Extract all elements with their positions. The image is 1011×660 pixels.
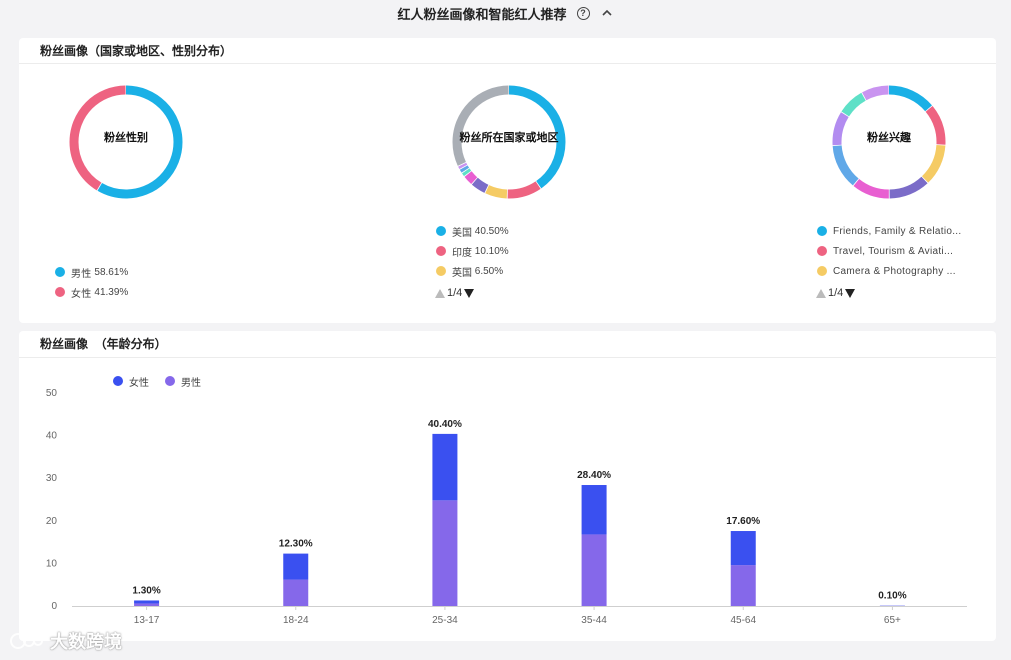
bar-total-label: 0.10% (878, 591, 906, 602)
x-tick-label: 45-64 (730, 615, 756, 626)
legend-value: 10.10% (474, 245, 509, 257)
interest-pager: 1/4 (816, 287, 856, 299)
pager-text: 1/4 (828, 287, 844, 299)
bar-female[interactable] (581, 485, 607, 535)
legend-dot (436, 246, 446, 256)
watermark-logo-icon (10, 633, 43, 649)
card-title: 粉丝画像（国家或地区、性别分布） (40, 44, 233, 58)
legend-label: 英国 (452, 267, 472, 279)
legend-item-country[interactable]: 美国 40.50% (436, 221, 509, 241)
divider (19, 63, 996, 64)
bar-male[interactable] (730, 565, 756, 606)
bar-total-label: 40.40% (428, 419, 462, 430)
x-tick-label: 35-44 (581, 615, 607, 626)
age-bar-chart: 0 10 20 30 40 50 1.30% 13-17 12.30% 18-24 40.40% 25… (46, 388, 967, 626)
pager-text: 1/4 (447, 287, 463, 299)
y-tick-label: 30 (46, 473, 58, 484)
bar-female[interactable] (432, 433, 458, 501)
country-donut-label: 粉丝所在国家或地区 (459, 132, 559, 144)
help-icon[interactable]: ? (576, 6, 590, 20)
audience-age-card: 粉丝画像 （年龄分布） 女性 男性 0 10 20 30 40 50 1.30% 13-17 1… (19, 331, 996, 641)
page-down-icon[interactable] (464, 288, 475, 298)
section-title: 红人粉丝画像和智能红人推荐 (397, 6, 567, 22)
legend-dot (55, 287, 65, 297)
bar-total-label: 17.60% (726, 516, 760, 527)
gender-legend: 男性 58.61% 女性 41.39% (55, 262, 128, 302)
gender-donut-label: 粉丝性别 (104, 132, 148, 144)
audience-country-gender-card: 粉丝画像（国家或地区、性别分布） 粉丝性别 男性 58.61% 女性 41.39… (19, 38, 996, 323)
bar-male[interactable] (432, 500, 458, 606)
bar-male[interactable] (134, 603, 160, 606)
legend-dot (436, 226, 446, 236)
watermark: 大数跨境 (10, 628, 122, 654)
chevron-up-icon[interactable] (600, 6, 614, 20)
legend-item-country[interactable]: 印度 10.10% (436, 241, 509, 261)
country-pager: 1/4 (435, 287, 475, 299)
legend-value: 40.50% (474, 225, 509, 237)
y-tick-label: 20 (46, 516, 58, 527)
interest-donut-label: 粉丝兴趣 (867, 132, 911, 144)
legend-item-interest[interactable]: Camera & Photography ... (817, 261, 967, 281)
legend-item-interest[interactable]: Travel, Tourism & Aviati... (817, 241, 967, 261)
bar-female[interactable] (283, 553, 309, 580)
section-header: 红人粉丝画像和智能红人推荐 ? (0, 0, 1011, 26)
legend-value: 58.61% (94, 266, 129, 278)
country-legend: 美国 40.50% 印度 10.10% 英国 6.50% (436, 221, 509, 281)
legend-value: 41.39% (94, 286, 129, 298)
page-down-icon[interactable] (845, 288, 856, 298)
legend-value: 6.50% (474, 265, 504, 277)
x-tick-label: 18-24 (283, 615, 309, 626)
x-tick-label: 65+ (884, 615, 901, 626)
bar-total-label: 28.40% (577, 470, 611, 481)
legend-item-male[interactable]: 男性 58.61% (55, 262, 128, 282)
bar-female[interactable] (134, 600, 160, 604)
legend-dot (817, 226, 827, 236)
x-tick-label: 25-34 (432, 615, 458, 626)
legend-item-interest[interactable]: Friends, Family & Relatio... (817, 221, 967, 241)
y-tick-label: 0 (51, 601, 57, 612)
bar-male[interactable] (283, 579, 309, 606)
legend-dot (817, 246, 827, 256)
bar-female[interactable] (730, 531, 756, 566)
x-tick-label: 13-17 (134, 615, 160, 626)
legend-label: 印度 (452, 247, 472, 259)
bar-male[interactable] (581, 534, 607, 606)
legend-dot (817, 266, 827, 276)
legend-label: 女性 (71, 288, 92, 300)
legend-dot (436, 266, 446, 276)
legend-item-country[interactable]: 英国 6.50% (436, 261, 509, 281)
bar-total-label: 1.30% (132, 585, 160, 596)
y-tick-label: 10 (46, 558, 58, 569)
legend-label: 美国 (452, 227, 472, 239)
legend-dot (55, 267, 65, 277)
bar-total-label: 12.30% (279, 539, 313, 550)
legend-label: Travel, Tourism & Aviati... (833, 245, 954, 257)
legend-item-female[interactable]: 女性 41.39% (55, 282, 128, 302)
y-tick-label: 50 (46, 388, 58, 399)
legend-label: Camera & Photography ... (833, 265, 956, 277)
interest-legend: Friends, Family & Relatio... Travel, Tou… (817, 221, 967, 281)
y-tick-label: 40 (46, 431, 58, 442)
legend-label: 男性 (71, 268, 92, 280)
page-up-icon[interactable] (435, 288, 445, 298)
page-up-icon[interactable] (816, 288, 826, 298)
watermark-text: 大数跨境 (50, 632, 122, 652)
legend-label: Friends, Family & Relatio... (833, 225, 962, 237)
